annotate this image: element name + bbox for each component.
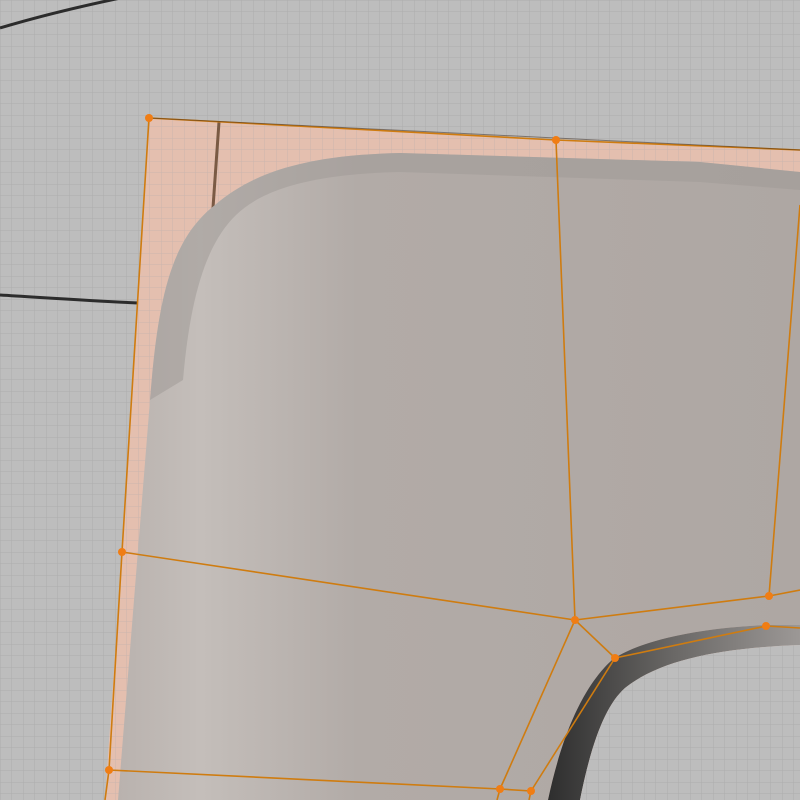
vertex[interactable] [496, 785, 504, 793]
vertex[interactable] [762, 622, 770, 630]
vertex[interactable] [611, 654, 619, 662]
vertex[interactable] [105, 766, 113, 774]
viewport-canvas[interactable] [0, 0, 800, 800]
vertex[interactable] [552, 136, 560, 144]
3d-viewport[interactable] [0, 0, 800, 800]
vertex[interactable] [527, 787, 535, 795]
vertex[interactable] [118, 548, 126, 556]
vertex[interactable] [765, 592, 773, 600]
mesh-object[interactable] [105, 118, 800, 800]
vertex[interactable] [571, 616, 579, 624]
vertex[interactable] [145, 114, 153, 122]
